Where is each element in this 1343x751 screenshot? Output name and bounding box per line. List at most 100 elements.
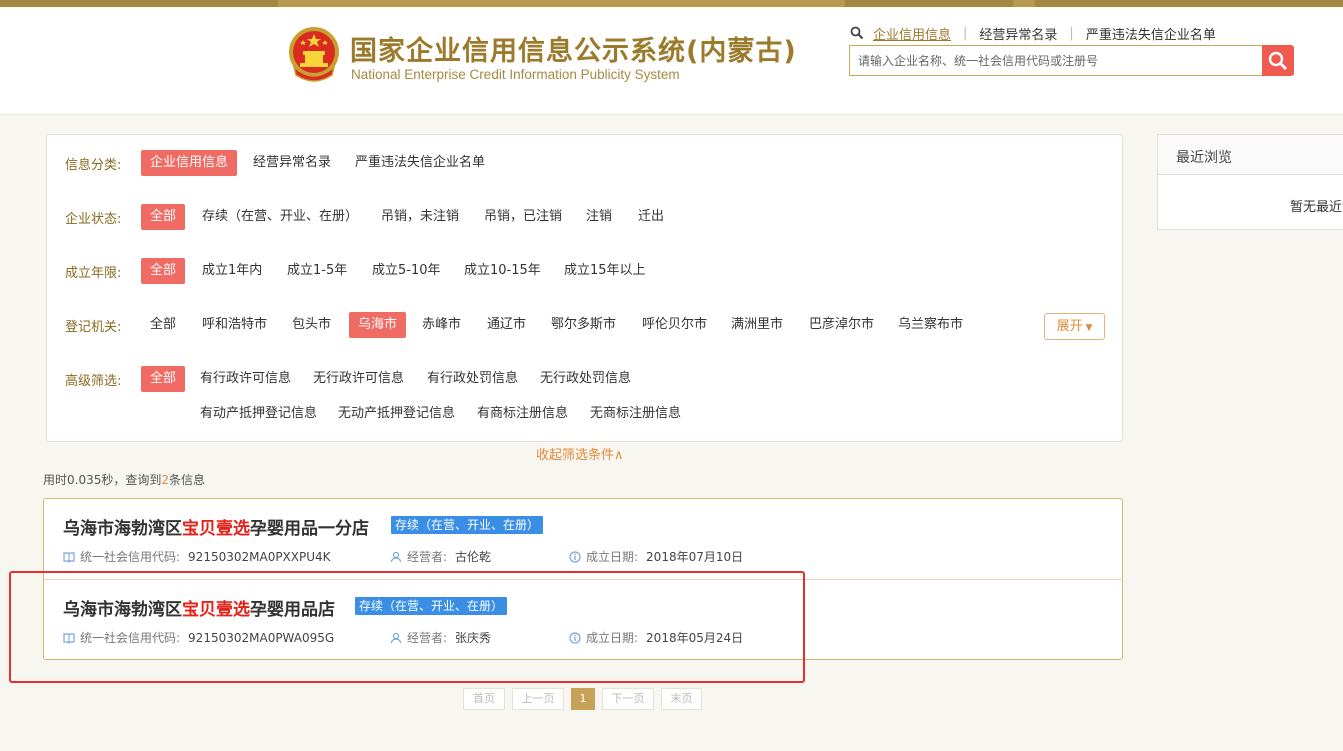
top-bar-segment — [1035, 0, 1343, 7]
search-button[interactable] — [1262, 45, 1294, 76]
top-nav: 企业信用信息 | 经营异常名录 | 严重违法失信企业名单 — [850, 24, 1216, 43]
meta-value: 92150302MA0PWA095G — [188, 630, 335, 645]
meta-label: 经营者: — [407, 631, 448, 645]
meta-value: 古伦乾 — [455, 550, 492, 564]
filter-option[interactable]: 全部 — [141, 204, 186, 230]
result-item[interactable]: 乌海市海勃湾区宝贝壹选孕婴用品店 存续（在营、开业、在册） 统一社会信用代码: … — [44, 579, 1122, 659]
nav-abnormal-list[interactable]: 经营异常名录 — [979, 24, 1057, 43]
meta-label: 经营者: — [407, 550, 448, 564]
filter-option[interactable]: 鄂尔多斯市 — [542, 312, 625, 338]
recent-title: 最近浏览 — [1176, 150, 1232, 166]
operator: 经营者: 张庆秀 — [390, 629, 491, 646]
meta-label: 统一社会信用代码: — [80, 631, 181, 645]
expand-label: 展开 — [1056, 319, 1083, 334]
filter-label: 成立年限: — [65, 265, 122, 281]
filter-row-category: 信息分类: 企业信用信息 经营异常名录 严重违法失信企业名单 — [47, 150, 1124, 176]
top-bar-segment — [0, 0, 278, 7]
caret-down-icon: ▼ — [1082, 323, 1093, 333]
stats-text: 用时 — [43, 473, 68, 487]
recent-empty-text: 暂无最近浏览 — [1290, 200, 1343, 215]
page-next-button[interactable]: 下一页 — [602, 688, 654, 710]
filter-option[interactable]: 全部 — [141, 312, 185, 338]
filter-option[interactable]: 呼和浩特市 — [193, 312, 276, 338]
site-title: 国家企业信用信息公示系统(内蒙古) — [350, 36, 797, 67]
filter-option[interactable]: 经营异常名录 — [244, 150, 340, 176]
nav-credit-info[interactable]: 企业信用信息 — [873, 24, 951, 43]
filter-label: 登记机关: — [65, 319, 122, 335]
filter-option[interactable]: 吊销，未注销 — [372, 204, 468, 230]
expand-button[interactable]: 展开 ▼ — [1044, 313, 1105, 340]
page-prev-button[interactable]: 上一页 — [512, 688, 564, 710]
company-name-part: 孕婴用品店 — [250, 600, 335, 620]
search-stats: 用时0.035秒，查询到2条信息 — [43, 471, 205, 488]
info-icon — [569, 631, 581, 644]
filter-option[interactable]: 有商标注册信息 — [468, 401, 577, 427]
nav-separator: | — [1069, 25, 1074, 41]
info-icon — [569, 550, 581, 563]
filter-row-status: 企业状态: 全部 存续（在营、开业、在册） 吊销，未注销 吊销，已注销 注销 迁… — [47, 204, 1124, 230]
site-header: 国家企业信用信息公示系统(内蒙古) National Enterprise Cr… — [0, 7, 1343, 115]
filter-option[interactable]: 吊销，已注销 — [475, 204, 571, 230]
company-name-part: 乌海市海勃湾区 — [63, 519, 182, 539]
filter-option[interactable]: 成立5-10年 — [363, 258, 450, 284]
filter-option[interactable]: 无动产抵押登记信息 — [329, 401, 464, 427]
site-subtitle: National Enterprise Credit Information P… — [351, 67, 680, 82]
company-name-highlight: 宝贝壹选 — [182, 519, 250, 539]
company-name[interactable]: 乌海市海勃湾区宝贝壹选孕婴用品店 — [63, 595, 335, 620]
company-name-part: 孕婴用品一分店 — [250, 519, 369, 539]
filter-option[interactable]: 有行政许可信息 — [191, 366, 300, 392]
filter-option[interactable]: 满洲里市 — [722, 312, 792, 338]
page-current[interactable]: 1 — [571, 688, 595, 710]
credit-code: 统一社会信用代码: 92150302MA0PWA095G — [63, 629, 334, 646]
filter-option[interactable]: 全部 — [141, 366, 186, 392]
search-icon — [850, 26, 864, 40]
page-first-button[interactable]: 首页 — [463, 688, 505, 710]
filter-option[interactable]: 成立15年以上 — [555, 258, 655, 284]
recent-browsing-panel: 最近浏览 暂无最近浏览 — [1157, 134, 1343, 230]
recent-header: 最近浏览 — [1158, 135, 1343, 175]
filter-option[interactable]: 有动产抵押登记信息 — [191, 401, 326, 427]
result-item[interactable]: 乌海市海勃湾区宝贝壹选孕婴用品一分店 存续（在营、开业、在册） 统一社会信用代码… — [44, 499, 1122, 579]
stats-count: 2 — [161, 473, 170, 487]
top-bar-segment — [845, 0, 1013, 7]
filter-option[interactable]: 通辽市 — [478, 312, 535, 338]
filter-panel: 信息分类: 企业信用信息 经营异常名录 严重违法失信企业名单 企业状态: 全部 … — [46, 134, 1123, 442]
user-icon — [390, 551, 402, 562]
filter-option[interactable]: 成立1年内 — [193, 258, 271, 284]
meta-value: 张庆秀 — [455, 631, 492, 645]
nav-blacklist[interactable]: 严重违法失信企业名单 — [1086, 24, 1216, 43]
filter-option[interactable]: 注销 — [577, 204, 621, 230]
collapse-filters-link[interactable]: 收起筛选条件∧ — [536, 444, 624, 463]
operator: 经营者: 古伦乾 — [390, 548, 491, 565]
filter-option[interactable]: 无行政处罚信息 — [531, 366, 640, 392]
filter-option[interactable]: 存续（在营、开业、在册） — [193, 204, 367, 230]
filter-option[interactable]: 呼伦贝尔市 — [633, 312, 716, 338]
search-input[interactable] — [849, 45, 1263, 76]
filter-row-age: 成立年限: 全部 成立1年内 成立1-5年 成立5-10年 成立10-15年 成… — [47, 258, 1124, 284]
filter-option[interactable]: 成立1-5年 — [278, 258, 356, 284]
meta-value: 2018年05月24日 — [646, 631, 744, 645]
user-icon — [390, 632, 402, 643]
stats-time: 0.035 — [67, 473, 102, 487]
meta-label: 成立日期: — [586, 550, 639, 564]
filter-option[interactable]: 无商标注册信息 — [581, 401, 690, 427]
filter-option[interactable]: 无行政许可信息 — [304, 366, 413, 392]
meta-value: 92150302MA0PXXPU4K — [188, 549, 331, 564]
filter-option[interactable]: 巴彦淖尔市 — [800, 312, 883, 338]
book-icon — [63, 632, 75, 644]
filter-option[interactable]: 乌海市 — [349, 312, 407, 338]
search-icon — [1268, 51, 1287, 70]
filter-option[interactable]: 赤峰市 — [413, 312, 470, 338]
filter-label: 企业状态: — [65, 211, 122, 227]
filter-option[interactable]: 包头市 — [283, 312, 340, 338]
results-list: 乌海市海勃湾区宝贝壹选孕婴用品一分店 存续（在营、开业、在册） 统一社会信用代码… — [43, 498, 1123, 660]
filter-option[interactable]: 迁出 — [629, 204, 673, 230]
filter-option[interactable]: 乌兰察布市 — [889, 312, 972, 338]
filter-option[interactable]: 企业信用信息 — [141, 150, 238, 176]
filter-option[interactable]: 全部 — [141, 258, 186, 284]
filter-option[interactable]: 严重违法失信企业名单 — [346, 150, 494, 176]
filter-option[interactable]: 成立10-15年 — [455, 258, 550, 284]
filter-option[interactable]: 有行政处罚信息 — [418, 366, 527, 392]
page-last-button[interactable]: 末页 — [661, 688, 702, 710]
company-name[interactable]: 乌海市海勃湾区宝贝壹选孕婴用品一分店 — [63, 514, 369, 539]
